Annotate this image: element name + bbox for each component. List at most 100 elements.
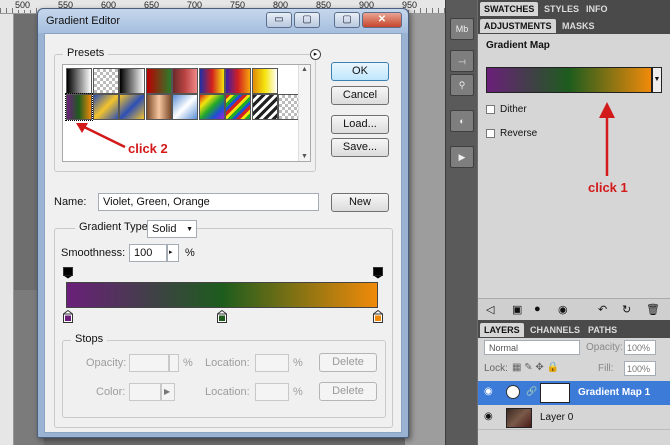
smoothness-field[interactable]: 100	[129, 244, 167, 262]
gradient-name-field[interactable]: Violet, Green, Orange	[98, 193, 319, 211]
gradient-type-label: Gradient Type:	[75, 221, 155, 233]
scroll-down-icon[interactable]: ▼	[301, 153, 308, 160]
minimize-button[interactable]: ▭	[266, 12, 292, 28]
vertical-ruler	[0, 14, 14, 445]
stop-opacity-field[interactable]	[129, 354, 169, 372]
tab-swatches[interactable]: SWATCHES	[480, 2, 539, 16]
view-previous-icon[interactable]: ↶	[598, 303, 607, 316]
actions-play-icon[interactable]: ▶	[450, 146, 474, 168]
dialog-titlebar[interactable]: Gradient Editor ▭ ▢ ▢ ✕	[38, 9, 408, 33]
presets-menu-icon[interactable]: ▸	[310, 49, 321, 60]
color-stop-green[interactable]	[217, 310, 227, 323]
layer-fill-field[interactable]: 100%	[624, 361, 656, 376]
delete-color-stop-button[interactable]: Delete	[319, 382, 377, 401]
adjustment-title: Gradient Map	[486, 40, 550, 51]
opacity-unit: %	[183, 357, 193, 369]
preset-swatch[interactable]	[225, 94, 251, 120]
reverse-label: Reverse	[500, 128, 538, 139]
preset-swatch[interactable]	[198, 94, 225, 120]
reset-icon[interactable]: ↻	[622, 303, 631, 316]
visibility-eye-icon[interactable]: ◉	[484, 386, 493, 397]
layer-mask-thumbnail	[540, 383, 570, 403]
back-arrow-icon[interactable]: ◁	[486, 303, 494, 316]
preset-swatch[interactable]	[198, 68, 225, 94]
opacity-stop-right[interactable]	[373, 267, 383, 279]
color-label: Color:	[96, 386, 126, 398]
stop-color-swatch[interactable]	[129, 383, 161, 401]
color-location-unit: %	[293, 386, 303, 398]
smoothness-arrow-icon[interactable]: ▸	[167, 244, 179, 262]
tab-layers[interactable]: LAYERS	[480, 323, 524, 337]
preset-swatch[interactable]	[251, 68, 278, 94]
ruler-label: 500	[14, 0, 32, 10]
tab-masks[interactable]: MASKS	[558, 19, 599, 33]
delete-opacity-stop-button[interactable]: Delete	[319, 353, 377, 372]
smoothness-label: Smoothness:	[61, 247, 126, 259]
tab-channels[interactable]: CHANNELS	[526, 323, 584, 337]
preset-swatch[interactable]	[251, 94, 278, 120]
gradient-type-value: Solid	[152, 223, 177, 235]
gradient-editor-dialog: Gradient Editor ▭ ▢ ▢ ✕ Presets ▸ ▲ ▼ OK…	[37, 8, 409, 438]
stop-color-arrow-icon[interactable]: ▶	[161, 383, 175, 401]
layer-thumbnail	[506, 408, 532, 428]
tab-paths[interactable]: PATHS	[584, 323, 621, 337]
opacity-location-unit: %	[293, 357, 303, 369]
clip-layer-icon[interactable]: ●	[534, 303, 541, 315]
preset-swatch[interactable]	[225, 68, 251, 94]
scroll-up-icon[interactable]: ▲	[301, 66, 308, 73]
color-location-field[interactable]	[255, 383, 289, 401]
save-button[interactable]: Save...	[331, 138, 389, 157]
trash-icon[interactable]: 🗑	[646, 303, 660, 316]
color-stop-violet[interactable]	[63, 310, 73, 323]
gradient-preview-bar[interactable]	[66, 282, 378, 308]
tab-styles[interactable]: STYLES	[540, 2, 583, 16]
dither-checkbox[interactable]	[486, 105, 495, 114]
opacity-stop-left[interactable]	[63, 267, 73, 279]
layer-opacity-field[interactable]: 100%	[624, 340, 656, 355]
clone-source-icon[interactable]: ⚲	[450, 74, 474, 96]
blend-mode-value: Normal	[489, 343, 519, 353]
preset-swatch[interactable]	[172, 94, 198, 120]
preset-swatch[interactable]	[145, 68, 172, 94]
preset-swatch[interactable]	[145, 94, 172, 120]
lock-label: Lock:	[484, 363, 508, 374]
gradient-map-dropdown-icon[interactable]: ▼	[652, 67, 662, 93]
layer-row-gradient-map[interactable]: ◉ 🔗 Gradient Map 1	[478, 381, 670, 405]
blend-mode-select[interactable]: Normal	[484, 340, 580, 355]
brush-tool-icon[interactable]: ⟞	[450, 50, 474, 72]
gradient-map-preview[interactable]	[486, 67, 652, 93]
gradient-type-select[interactable]: Solid ▼	[147, 220, 197, 238]
color-stop-orange[interactable]	[373, 310, 383, 323]
close-button[interactable]: ✕	[362, 12, 402, 28]
new-button[interactable]: New	[331, 193, 389, 212]
dialog-client: Presets ▸ ▲ ▼ OK Cancel Load... Save... …	[44, 33, 402, 433]
adjustments-panel: SWATCHES STYLES INFO ADJUSTMENTS MASKS G…	[478, 0, 670, 320]
fill-label: Fill:	[598, 363, 614, 374]
load-button[interactable]: Load...	[331, 115, 389, 134]
palette-icon[interactable]: ◐	[450, 110, 474, 132]
ok-button[interactable]: OK	[331, 62, 389, 81]
layer-row-layer0[interactable]: ◉ Layer 0	[478, 406, 670, 430]
preset-swatch[interactable]	[119, 68, 145, 94]
cancel-button[interactable]: Cancel	[331, 86, 389, 105]
tab-info[interactable]: INFO	[582, 2, 612, 16]
opacity-location-field[interactable]	[255, 354, 289, 372]
preset-swatch[interactable]	[92, 68, 119, 94]
click1-annotation: click 1	[588, 180, 628, 195]
maximize-button[interactable]: ▢	[334, 12, 360, 28]
stop-opacity-arrow[interactable]	[169, 354, 179, 372]
visibility-eye-icon[interactable]: ◉	[558, 303, 568, 316]
adjustment-layer-icon	[506, 385, 520, 399]
reverse-checkbox[interactable]	[486, 129, 495, 138]
preset-swatch[interactable]	[66, 68, 92, 94]
lock-pixels-icon[interactable]: ▦ ✎ ✥ 🔒	[512, 362, 559, 373]
visibility-eye-icon[interactable]: ◉	[484, 411, 493, 422]
preset-swatch[interactable]	[172, 68, 198, 94]
restore-button[interactable]: ▢	[294, 12, 320, 28]
expand-view-icon[interactable]: ▣	[512, 303, 522, 316]
tab-adjustments[interactable]: ADJUSTMENTS	[480, 19, 556, 33]
opacity-location-label: Location:	[205, 357, 250, 369]
mini-bridge-icon[interactable]: Mb	[450, 18, 474, 40]
presets-scrollbar[interactable]: ▲ ▼	[298, 65, 310, 161]
panel-dock-strip: Mb ⟞ ⚲ ◐ ▶	[445, 0, 477, 445]
